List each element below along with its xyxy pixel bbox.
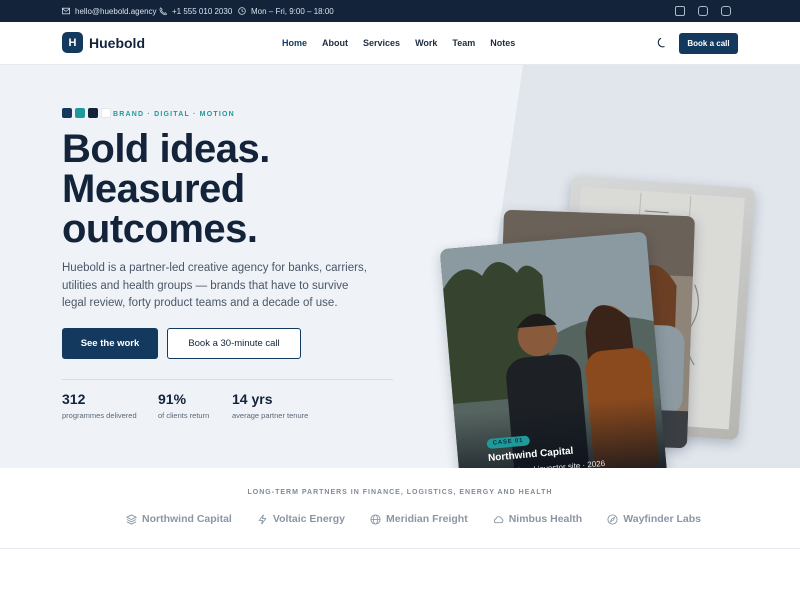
stats-divider — [62, 379, 393, 380]
partner-name: Nimbus Health — [508, 513, 583, 525]
partner-name: Northwind Capital — [142, 513, 232, 525]
topbar-phone-text: +1 555 010 2030 — [172, 6, 233, 16]
hero-lede: Huebold is a partner-led creative agency… — [62, 262, 367, 309]
mail-icon — [62, 7, 70, 15]
partner-logos: Northwind Capital Voltaic Energy Meridia… — [126, 513, 726, 525]
nav-team[interactable]: Team — [452, 38, 475, 48]
globe-icon — [370, 513, 381, 525]
nav-services[interactable]: Services — [363, 38, 400, 48]
partners-label: LONG-TERM PARTNERS IN FINANCE, LOGISTICS… — [247, 489, 553, 496]
topbar-phone[interactable]: +1 555 010 2030 — [159, 0, 232, 22]
hero-section: BRAND · DIGITAL · MOTION Bold ideas. Mea… — [0, 65, 800, 468]
partner-nimbus-health: Nimbus Health — [493, 513, 583, 525]
brand-name[interactable]: Huebold — [89, 35, 145, 51]
logo-mark[interactable]: H — [62, 32, 83, 53]
headline-line: Measured — [62, 167, 245, 211]
nav-work[interactable]: Work — [415, 38, 437, 48]
partner-wayfinder-labs: Wayfinder Labs — [607, 513, 701, 525]
top-info-bar: hello@huebold.agency +1 555 010 2030 Mon… — [0, 0, 800, 22]
swatch — [101, 108, 111, 118]
bolt-icon — [258, 513, 267, 525]
book-30-minute-call-button[interactable]: Book a 30-minute call — [167, 328, 301, 359]
section-divider — [0, 548, 800, 549]
book-call-button[interactable]: Book a call — [679, 33, 738, 54]
cloud-icon — [493, 515, 504, 523]
stat-label: average partner tenure — [232, 411, 309, 420]
phone-icon — [159, 7, 167, 15]
stat-label: programmes delivered — [62, 411, 137, 420]
compass-icon — [607, 513, 618, 525]
partner-name: Voltaic Energy — [272, 513, 346, 525]
headline-line: Bold ideas. — [62, 127, 270, 171]
nav-notes[interactable]: Notes — [490, 38, 515, 48]
stat-returning-clients: 91% of clients return — [158, 391, 209, 420]
topbar-email[interactable]: hello@huebold.agency — [62, 0, 157, 22]
layers-icon — [126, 513, 137, 525]
brand-swatches — [62, 108, 111, 118]
topbar-email-text: hello@huebold.agency — [75, 6, 157, 16]
topbar-hours: Mon – Fri, 9:00 – 18:00 — [238, 0, 334, 22]
partner-name: Meridian Freight — [386, 513, 468, 525]
site-header: H Huebold Home About Services Work Team … — [0, 22, 800, 65]
stat-programmes: 312 programmes delivered — [62, 391, 137, 420]
stat-value: 14 yrs — [232, 391, 273, 407]
case-study-card[interactable]: CASE 01 Northwind Capital Rebrand and in… — [439, 231, 668, 468]
nav-home[interactable]: Home — [282, 38, 307, 48]
linkedin-icon[interactable] — [675, 6, 685, 16]
swatch — [62, 108, 72, 118]
headline-line: outcomes. — [62, 207, 258, 251]
hero-headline: Bold ideas. Measured outcomes. — [62, 129, 270, 249]
stat-partner-tenure: 14 yrs average partner tenure — [232, 391, 308, 420]
partner-voltaic-energy: Voltaic Energy — [257, 513, 345, 525]
moon-icon[interactable] — [656, 37, 668, 49]
see-work-button[interactable]: See the work — [62, 328, 158, 359]
stat-label: of clients return — [158, 411, 210, 420]
swatch — [88, 108, 98, 118]
clock-icon — [238, 7, 246, 15]
topbar-hours-text: Mon – Fri, 9:00 – 18:00 — [251, 6, 334, 16]
stat-value: 312 — [62, 391, 86, 407]
stat-value: 91% — [158, 391, 187, 407]
youtube-icon[interactable] — [721, 6, 731, 16]
partner-name: Wayfinder Labs — [623, 513, 702, 525]
swatch — [75, 108, 85, 118]
instagram-icon[interactable] — [698, 6, 708, 16]
partner-northwind-capital: Northwind Capital — [126, 513, 232, 525]
partner-meridian-freight: Meridian Freight — [370, 513, 468, 525]
hero-eyebrow: BRAND · DIGITAL · MOTION — [113, 111, 235, 118]
main-nav: Home About Services Work Team Notes — [282, 38, 515, 48]
nav-about[interactable]: About — [322, 38, 348, 48]
